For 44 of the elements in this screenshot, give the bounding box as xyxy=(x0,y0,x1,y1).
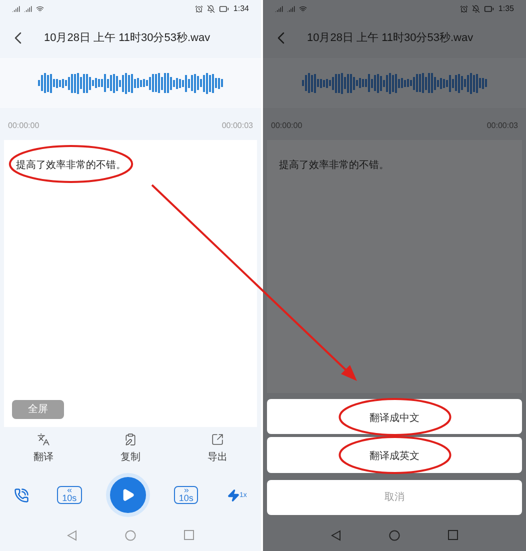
signal-icon xyxy=(24,5,32,13)
end-time: 00:00:03 xyxy=(222,120,253,132)
bell-off-icon xyxy=(472,5,480,13)
export-icon xyxy=(211,433,224,446)
action-button[interactable]: 复制 xyxy=(120,433,140,465)
transcript-text: 提高了效率非常的不错。 xyxy=(16,160,126,171)
signal-icon xyxy=(287,5,295,13)
action-button[interactable]: 导出 xyxy=(208,433,228,465)
alarm-icon xyxy=(460,5,468,13)
home-nav-icon[interactable] xyxy=(125,530,136,540)
home-nav-icon[interactable] xyxy=(389,530,400,540)
file-title: 10月28日 上午 11时30分53秒.wav xyxy=(44,30,210,46)
start-time: 00:00:00 xyxy=(8,120,40,132)
wifi-icon xyxy=(36,5,44,13)
start-time: 00:00:00 xyxy=(271,120,302,132)
bell-off-icon xyxy=(207,5,216,13)
signal-icon xyxy=(275,5,283,13)
copy-icon xyxy=(124,433,137,446)
back-nav-icon[interactable] xyxy=(331,530,341,540)
lightning-icon xyxy=(226,488,240,502)
recents-nav-icon[interactable] xyxy=(184,530,194,540)
wifi-icon xyxy=(299,5,307,13)
translate-icon xyxy=(37,433,50,446)
alarm-icon xyxy=(195,5,204,13)
transcript-text: 提高了效率非常的不错。 xyxy=(279,160,389,171)
sheet-option[interactable]: 翻译成中文 xyxy=(370,410,420,426)
status-time: 1:35 xyxy=(498,3,514,15)
sheet-option[interactable]: 翻译成英文 xyxy=(370,448,420,464)
battery-icon xyxy=(219,4,230,14)
back-nav-icon[interactable] xyxy=(67,530,77,540)
rewind-icon xyxy=(66,487,73,494)
status-time: 1:34 xyxy=(233,3,249,15)
recents-nav-icon[interactable] xyxy=(448,530,458,540)
battery-icon xyxy=(484,4,494,14)
action-button[interactable]: 翻译 xyxy=(34,433,54,465)
rewind-button[interactable]: 10s xyxy=(57,486,82,504)
end-time: 00:00:03 xyxy=(486,120,518,132)
play-button[interactable] xyxy=(110,477,146,513)
forward-icon xyxy=(182,487,190,494)
signal-icon xyxy=(12,5,20,13)
play-icon xyxy=(120,488,135,502)
file-title: 10月28日 上午 11时30分53秒.wav xyxy=(307,30,474,46)
forward-button[interactable]: 10s xyxy=(174,486,198,504)
phone-icon[interactable] xyxy=(14,488,30,502)
